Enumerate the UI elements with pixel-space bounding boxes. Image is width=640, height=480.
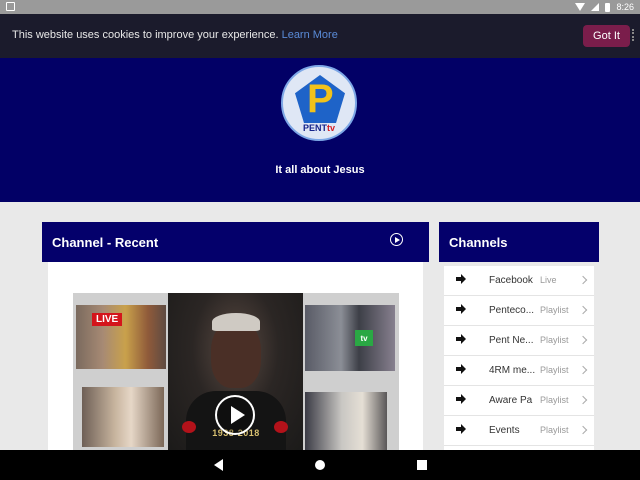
chevron-right-icon <box>578 425 588 435</box>
portrait-hair <box>212 313 260 331</box>
rose-icon <box>182 421 196 433</box>
channel-name: Events <box>489 425 520 436</box>
arrow-right-icon <box>456 274 466 284</box>
arrow-right-icon <box>456 424 466 434</box>
channel-name: 4RM me... <box>489 365 536 376</box>
recent-card-header: Channel - Recent <box>42 222 429 262</box>
learn-more-link[interactable]: Learn More <box>282 29 338 41</box>
got-it-button[interactable]: Got It <box>583 25 630 47</box>
channels-card-header: Channels <box>439 222 599 262</box>
more-options-icon[interactable] <box>632 29 634 41</box>
arrow-right-icon <box>456 334 466 344</box>
thumbnail-tile-bottom-right <box>305 392 387 452</box>
chevron-right-icon <box>578 365 588 375</box>
play-circle-icon[interactable] <box>390 233 403 246</box>
cookie-message-row: This website uses cookies to improve you… <box>12 29 338 41</box>
chevron-right-icon <box>578 395 588 405</box>
thumbnail-tile-bottom-left <box>82 387 164 447</box>
arrow-right-icon <box>456 394 466 404</box>
channel-name: Aware Pa <box>489 395 533 406</box>
channel-name: Pent Ne... <box>489 335 534 346</box>
channel-type: Playlist <box>540 365 569 375</box>
chevron-right-icon <box>578 335 588 345</box>
channel-type: Live <box>540 275 557 285</box>
channel-name: Penteco... <box>489 305 535 316</box>
chevron-right-icon <box>578 275 588 285</box>
channel-item-facebook[interactable]: Facebook Live <box>444 266 594 296</box>
arrow-right-icon <box>456 304 466 314</box>
channels-list: Facebook Live Penteco... Playlist Pent N… <box>444 266 594 450</box>
chevron-right-icon <box>578 305 588 315</box>
rose-icon <box>274 421 288 433</box>
site-tagline: It all about Jesus <box>275 164 365 176</box>
recent-card-title: Channel - Recent <box>52 235 159 250</box>
signal-icon <box>591 3 600 11</box>
logo-letter: P <box>307 77 334 121</box>
live-badge: LIVE <box>92 313 123 326</box>
wifi-icon <box>575 3 586 11</box>
recents-icon[interactable] <box>417 460 427 470</box>
back-icon[interactable] <box>214 459 223 471</box>
logo-brand: PENT <box>303 123 328 133</box>
status-bar: 8:26 <box>0 0 640 14</box>
notification-icon <box>6 2 15 11</box>
channel-item-4rm[interactable]: 4RM me... Playlist <box>444 356 594 386</box>
channel-type: Playlist <box>540 335 569 345</box>
overlay-logo-badge: tv <box>355 330 373 346</box>
status-time: 8:26 <box>616 2 634 12</box>
logo-brand-text: PENTtv <box>303 123 335 133</box>
pent-tv-logo[interactable]: P PENTtv <box>281 65 357 141</box>
arrow-right-icon <box>456 364 466 374</box>
channel-item-pent-news[interactable]: Pent Ne... Playlist <box>444 326 594 356</box>
battery-icon <box>605 2 611 12</box>
channel-item-pentecost[interactable]: Penteco... Playlist <box>444 296 594 326</box>
video-play-button[interactable] <box>215 395 255 435</box>
channel-type: Playlist <box>540 425 569 435</box>
navigation-bar <box>0 450 640 480</box>
cookie-message: This website uses cookies to improve you… <box>12 29 279 41</box>
thumbnail-tile-top-right <box>305 305 395 371</box>
channel-type: Playlist <box>540 395 569 405</box>
home-icon[interactable] <box>315 460 325 470</box>
channel-item-events[interactable]: Events Playlist <box>444 416 594 446</box>
status-icons: 8:26 <box>575 1 634 13</box>
channel-item-aware[interactable]: Aware Pa Playlist <box>444 386 594 416</box>
cookie-banner: This website uses cookies to improve you… <box>0 14 640 58</box>
logo-brand-suffix: tv <box>327 123 336 133</box>
channel-type: Playlist <box>540 305 569 315</box>
site-header: P PENTtv It all about Jesus <box>0 58 640 202</box>
channel-name: Facebook <box>489 275 533 286</box>
channels-card-title: Channels <box>449 235 508 250</box>
